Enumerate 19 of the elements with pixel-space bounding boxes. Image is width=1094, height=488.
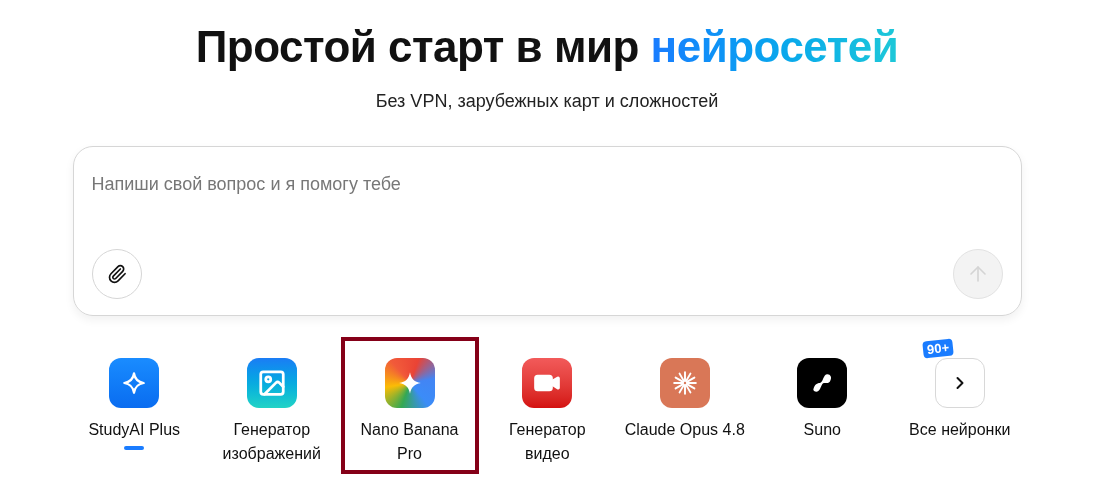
paperclip-icon (106, 264, 127, 284)
page-title: Простой старт в мир нейросетей (195, 21, 899, 73)
image-app-icon[interactable] (246, 358, 297, 408)
model-label[interactable]: Claude Opus 4.8 (624, 418, 745, 442)
camera-app-icon[interactable] (522, 358, 573, 408)
wave-app-icon[interactable] (797, 358, 848, 408)
model-label[interactable]: Все нейронки (909, 418, 1011, 442)
subtitle: Без VPN, зарубежных карт и сложностей (375, 90, 719, 113)
model-label[interactable]: Suno (803, 418, 841, 442)
model-label[interactable]: Генератор изображений (209, 418, 335, 466)
starburst-app-icon[interactable] (659, 358, 710, 408)
count-badge: 90+ (921, 338, 954, 359)
attach-button[interactable] (91, 249, 142, 299)
model-label[interactable]: StudyAI Plus (88, 418, 181, 442)
sparkle-app-icon[interactable] (109, 358, 160, 408)
model-label[interactable]: Nano Banana Pro (347, 418, 472, 466)
model-label[interactable]: Генератор видео (484, 418, 610, 466)
sparkle-app-icon[interactable] (384, 358, 435, 408)
question-field[interactable]: Напиши свой вопрос и я помогу тебе (91, 171, 1003, 198)
